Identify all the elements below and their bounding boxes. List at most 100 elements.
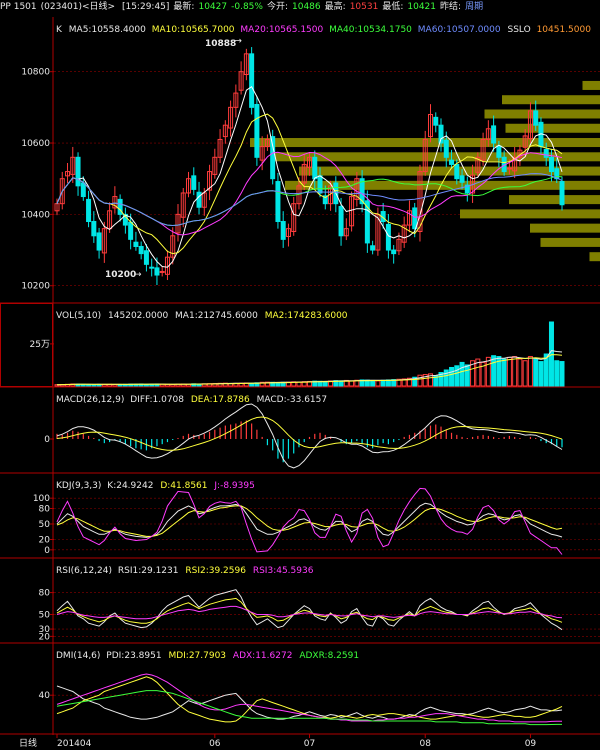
macd-panel: 0: [44, 403, 563, 469]
high-arrow-icon: →: [234, 36, 242, 46]
price-y-tick-label: 10200: [21, 282, 50, 292]
contract-code: PP 1501: [0, 2, 37, 12]
kdj-y-tick-label: 100: [33, 494, 50, 504]
kdj-y-tick-label: 20: [39, 536, 51, 546]
vol-y-tick-label: 25万: [30, 340, 50, 350]
volume-profile-bar: [505, 123, 600, 133]
candle-body: [191, 175, 197, 190]
period-button[interactable]: 周期: [465, 2, 483, 12]
candle-body: [138, 245, 144, 255]
dmi-y-tick-label: 40: [39, 691, 51, 701]
low-arrow-icon: →: [134, 270, 142, 280]
rsi-legend: RSI(6,12,24) RSI1:29.1231 RSI2:39.2596 R…: [56, 566, 314, 576]
legend-macd-value: MACD:-33.6157: [257, 395, 327, 405]
candle-body: [75, 156, 81, 187]
macd-diff-line: [56, 403, 563, 469]
dmi-pdi-line: [56, 685, 563, 720]
candle-body: [559, 181, 565, 206]
legend-macd: MACD(26,12,9): [56, 395, 124, 405]
high-annotation: 10888: [205, 39, 236, 49]
volume-bar: [506, 356, 512, 387]
candle-body: [317, 175, 323, 194]
legend-adxr: ADXR:8.2591: [299, 651, 359, 661]
volume-bar: [380, 379, 386, 387]
candle-body: [270, 136, 276, 180]
kdj-y-tick-label: 80: [39, 505, 51, 515]
legend-rsi1: RSI1:29.1231: [118, 566, 179, 576]
high-label: 最高:: [324, 2, 346, 12]
candle-body: [391, 249, 397, 255]
volume-bar: [454, 365, 460, 387]
dmi-panel: 40: [39, 673, 600, 726]
candle-body: [449, 159, 455, 165]
macd-y-tick-label: 0: [44, 435, 50, 445]
kdj-legend: KDJ(9,3,3) K:24.9242 D:41.8561 J:-8.9395: [56, 481, 255, 491]
candle-body: [86, 198, 92, 223]
chart-canvas: 10800106001040010200 25万 0 1008050200 80…: [0, 17, 600, 749]
candle-body: [433, 116, 439, 126]
dmi-legend: DMI(14,6) PDI:23.8951 MDI:27.7903 ADX:11…: [56, 651, 359, 661]
low-annotation: 10200: [105, 270, 136, 280]
volume-bar: [417, 374, 423, 387]
candle-body: [338, 206, 344, 237]
volume-panel: 25万: [30, 321, 565, 387]
contract-sub: (023401)<日线>: [40, 2, 116, 12]
volume-bar: [559, 361, 565, 387]
candle-body: [370, 245, 376, 251]
rsi1-line: [56, 589, 563, 631]
volume-bar: [170, 383, 176, 387]
legend-vol-value: 145202.0000: [108, 311, 168, 321]
quote-header: PP 1501 (023401)<日线> [15:29:45] 最新: 10427 -0…: [0, 0, 600, 15]
x-tick-label: 06: [209, 739, 221, 749]
open-price: 10486: [292, 2, 321, 12]
candle-body: [312, 156, 318, 180]
open-label: 今开:: [266, 2, 288, 12]
candle-body: [533, 110, 539, 126]
x-axis: 日线 201404 06 07 08 09: [19, 734, 536, 749]
candle-body: [491, 125, 497, 144]
price-y-tick-label: 10800: [21, 68, 50, 78]
legend-k-value: K:24.9242: [107, 481, 153, 491]
candle-body: [128, 221, 134, 240]
legend-j-value: J:-8.9395: [213, 481, 254, 491]
legend-ma5: MA5:10558.4000: [69, 25, 146, 35]
candle-body: [454, 163, 460, 180]
volume-bar: [548, 321, 554, 387]
candle-body: [496, 145, 502, 158]
legend-mdi: MDI:27.7903: [168, 651, 226, 661]
volume-bar: [512, 356, 518, 387]
volume-profile-bar: [530, 223, 600, 233]
kdj-y-tick-label: 50: [39, 520, 51, 530]
volume-bar: [517, 358, 523, 387]
x-tick-label: 09: [525, 739, 537, 749]
legend-vol-ma2: MA2:174283.6000: [265, 311, 348, 321]
candle-body: [506, 167, 512, 170]
volume-bar: [533, 358, 539, 387]
legend-rsi3: RSI3:45.5936: [253, 566, 314, 576]
latest-label: 最新:: [173, 2, 195, 12]
candle-body: [275, 181, 281, 223]
volume-profile-bar: [484, 109, 600, 119]
legend-dea: DEA:17.8786: [191, 395, 250, 405]
volume-bar: [554, 360, 560, 387]
volume-bar: [527, 356, 533, 387]
volume-bar: [501, 358, 507, 387]
prev-label: 昨结:: [440, 2, 462, 12]
candle-body: [249, 53, 255, 108]
legend-kdj: KDJ(9,3,3): [56, 481, 101, 491]
vol-legend: VOL(5,10) 145202.0000 MA1:212745.6000 MA…: [56, 311, 348, 321]
price-change: -0.85%: [231, 2, 263, 12]
volume-profile-bar: [589, 252, 600, 262]
kdj-panel: 10080 50 200: [33, 487, 600, 556]
volume-bar: [370, 379, 376, 387]
legend-ma20: MA20:10565.1500: [240, 25, 323, 35]
legend-ma40: MA40:10534.1750: [329, 25, 412, 35]
volume-profile-bar: [502, 95, 600, 105]
volume-bar: [538, 361, 544, 387]
candle-body: [149, 266, 155, 269]
legend-adx: ADX:11.6272: [233, 651, 293, 661]
price-panel: 10800 10600 10400 10200: [21, 47, 600, 292]
rsi-y-tick-label: 80: [39, 589, 51, 599]
candle-body: [254, 103, 260, 158]
volume-bar: [443, 369, 449, 387]
